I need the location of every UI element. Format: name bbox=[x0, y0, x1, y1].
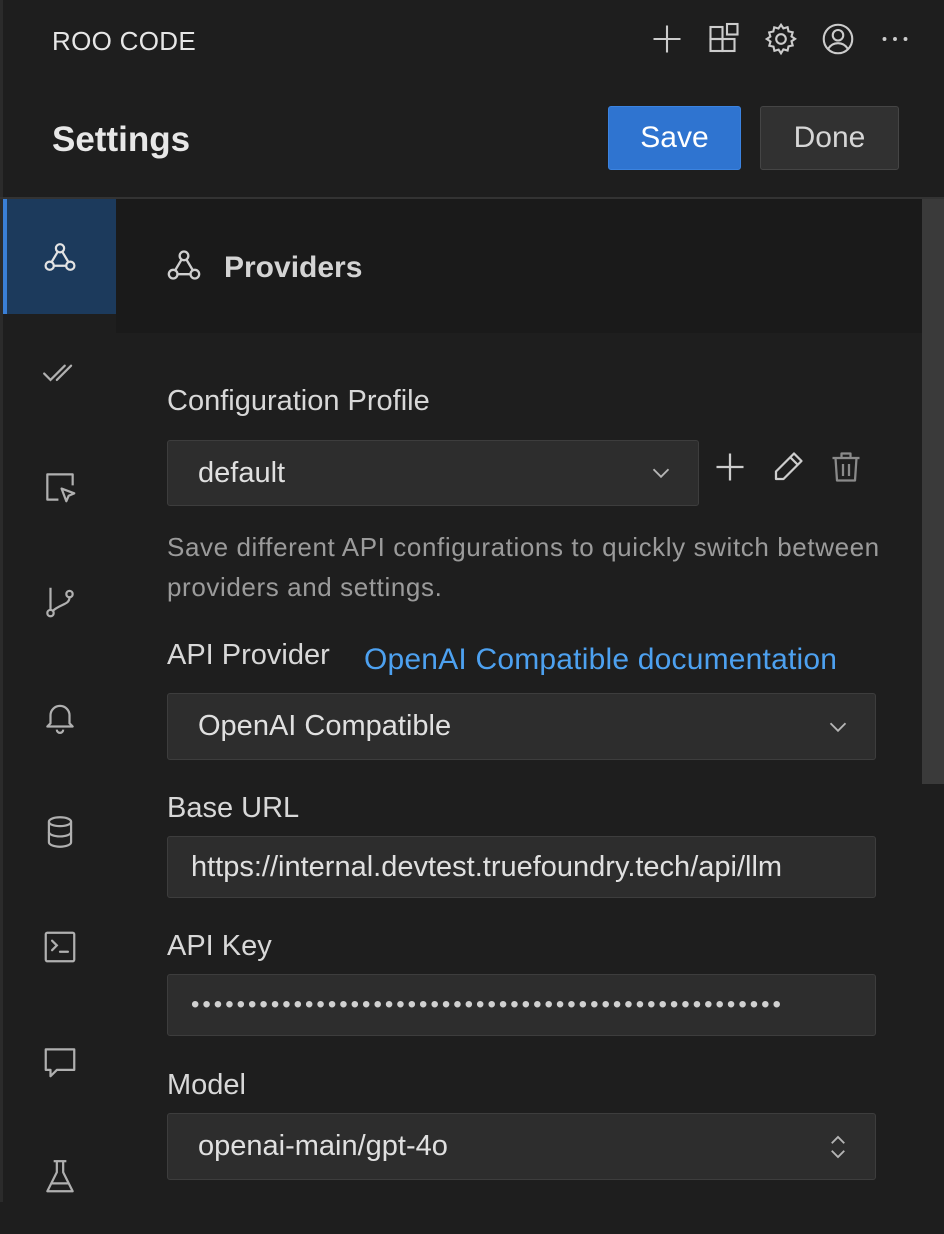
app-title: ROO CODE bbox=[52, 26, 196, 56]
title-bar-actions bbox=[648, 20, 914, 58]
section-header: Providers bbox=[116, 199, 922, 333]
model-label: Model bbox=[167, 1069, 246, 1101]
page-title: Settings bbox=[52, 120, 191, 159]
browser-cursor-icon bbox=[45, 472, 75, 502]
sidebar-item-notifications[interactable] bbox=[3, 659, 116, 774]
edit-icon[interactable] bbox=[770, 449, 806, 485]
scrollbar[interactable] bbox=[922, 199, 944, 784]
base-url-label: Base URL bbox=[167, 792, 300, 824]
api-key-input[interactable]: ••••••••••••••••••••••••••••••••••••••••… bbox=[167, 974, 876, 1036]
settings-sidebar bbox=[3, 199, 116, 1202]
provider-doc-link[interactable]: OpenAI Compatible documentation bbox=[364, 643, 837, 677]
extensions-icon[interactable] bbox=[705, 20, 743, 58]
api-provider-label: API Provider bbox=[167, 639, 330, 671]
sidebar-item-browser[interactable] bbox=[3, 429, 116, 544]
chevron-down-icon bbox=[646, 458, 676, 488]
sidebar-item-experimental[interactable] bbox=[3, 1119, 116, 1234]
check-all-icon bbox=[42, 364, 72, 381]
sidebar-item-auto-approve[interactable] bbox=[3, 314, 116, 429]
trash-icon[interactable] bbox=[828, 449, 864, 485]
title-bar: ROO CODE bbox=[0, 0, 944, 82]
config-profile-description: Save different API configurations to qui… bbox=[167, 532, 880, 602]
config-profile-label: Configuration Profile bbox=[167, 385, 430, 417]
plus-icon[interactable] bbox=[648, 20, 686, 58]
model-select[interactable]: openai-main/gpt-4o bbox=[167, 1113, 876, 1180]
sidebar-item-context[interactable] bbox=[3, 774, 116, 889]
base-url-input[interactable]: https://internal.devtest.truefoundry.tec… bbox=[167, 836, 876, 898]
account-icon[interactable] bbox=[819, 20, 857, 58]
sidebar-item-terminal[interactable] bbox=[3, 889, 116, 1004]
api-provider-select[interactable]: OpenAI Compatible bbox=[167, 693, 876, 760]
webhook-icon bbox=[43, 242, 76, 271]
webhook-icon bbox=[164, 245, 204, 285]
git-branch-icon bbox=[45, 587, 74, 617]
sidebar-item-checkpoints[interactable] bbox=[3, 544, 116, 659]
settings-content: Providers Configuration Profile default … bbox=[116, 199, 922, 1202]
config-profile-value: default bbox=[198, 456, 286, 489]
save-button[interactable]: Save bbox=[608, 106, 741, 170]
gear-icon[interactable] bbox=[762, 20, 800, 58]
done-button[interactable]: Done bbox=[760, 106, 899, 170]
sidebar-item-prompts[interactable] bbox=[3, 1004, 116, 1119]
section-title: Providers bbox=[224, 251, 363, 284]
profile-actions bbox=[712, 449, 864, 485]
chevron-up-down-icon bbox=[823, 1132, 853, 1162]
beaker-icon bbox=[45, 1159, 74, 1192]
database-icon bbox=[47, 815, 72, 848]
bell-icon bbox=[45, 704, 74, 734]
api-key-label: API Key bbox=[167, 930, 272, 962]
base-url-value: https://internal.devtest.truefoundry.tec… bbox=[191, 850, 783, 883]
terminal-icon bbox=[44, 931, 75, 962]
api-provider-value: OpenAI Compatible bbox=[198, 710, 452, 742]
config-profile-select[interactable]: default bbox=[167, 440, 699, 506]
api-key-value: ••••••••••••••••••••••••••••••••••••••••… bbox=[191, 991, 784, 1018]
settings-header: Settings Save Done bbox=[0, 82, 944, 197]
model-value: openai-main/gpt-4o bbox=[198, 1130, 448, 1162]
more-icon[interactable] bbox=[876, 20, 914, 58]
add-profile-icon[interactable] bbox=[712, 449, 748, 485]
comment-icon bbox=[44, 1047, 75, 1077]
sidebar-item-providers[interactable] bbox=[3, 199, 116, 314]
chevron-down-icon bbox=[823, 712, 853, 742]
